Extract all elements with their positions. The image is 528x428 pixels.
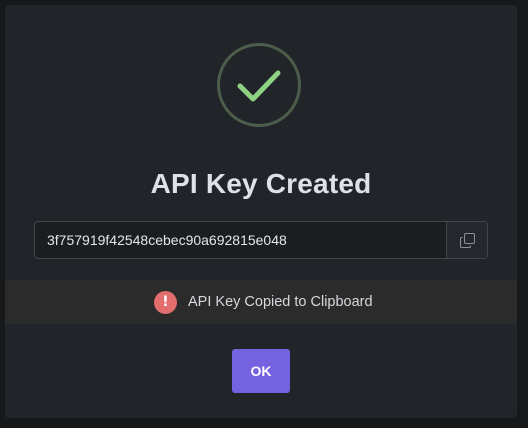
api-key-dialog: API Key Created ! API Key Copied to Clip…	[5, 5, 517, 418]
api-key-field	[34, 221, 488, 259]
api-key-input[interactable]	[35, 222, 446, 258]
notice-text: API Key Copied to Clipboard	[188, 294, 373, 310]
ok-button[interactable]: OK	[232, 349, 290, 393]
copy-icon	[460, 233, 475, 248]
clipboard-notice: ! API Key Copied to Clipboard	[5, 280, 517, 324]
dialog-title: API Key Created	[150, 168, 372, 199]
success-check-icon	[217, 43, 301, 127]
alert-circle-icon: !	[154, 290, 177, 314]
copy-button[interactable]	[446, 222, 487, 258]
